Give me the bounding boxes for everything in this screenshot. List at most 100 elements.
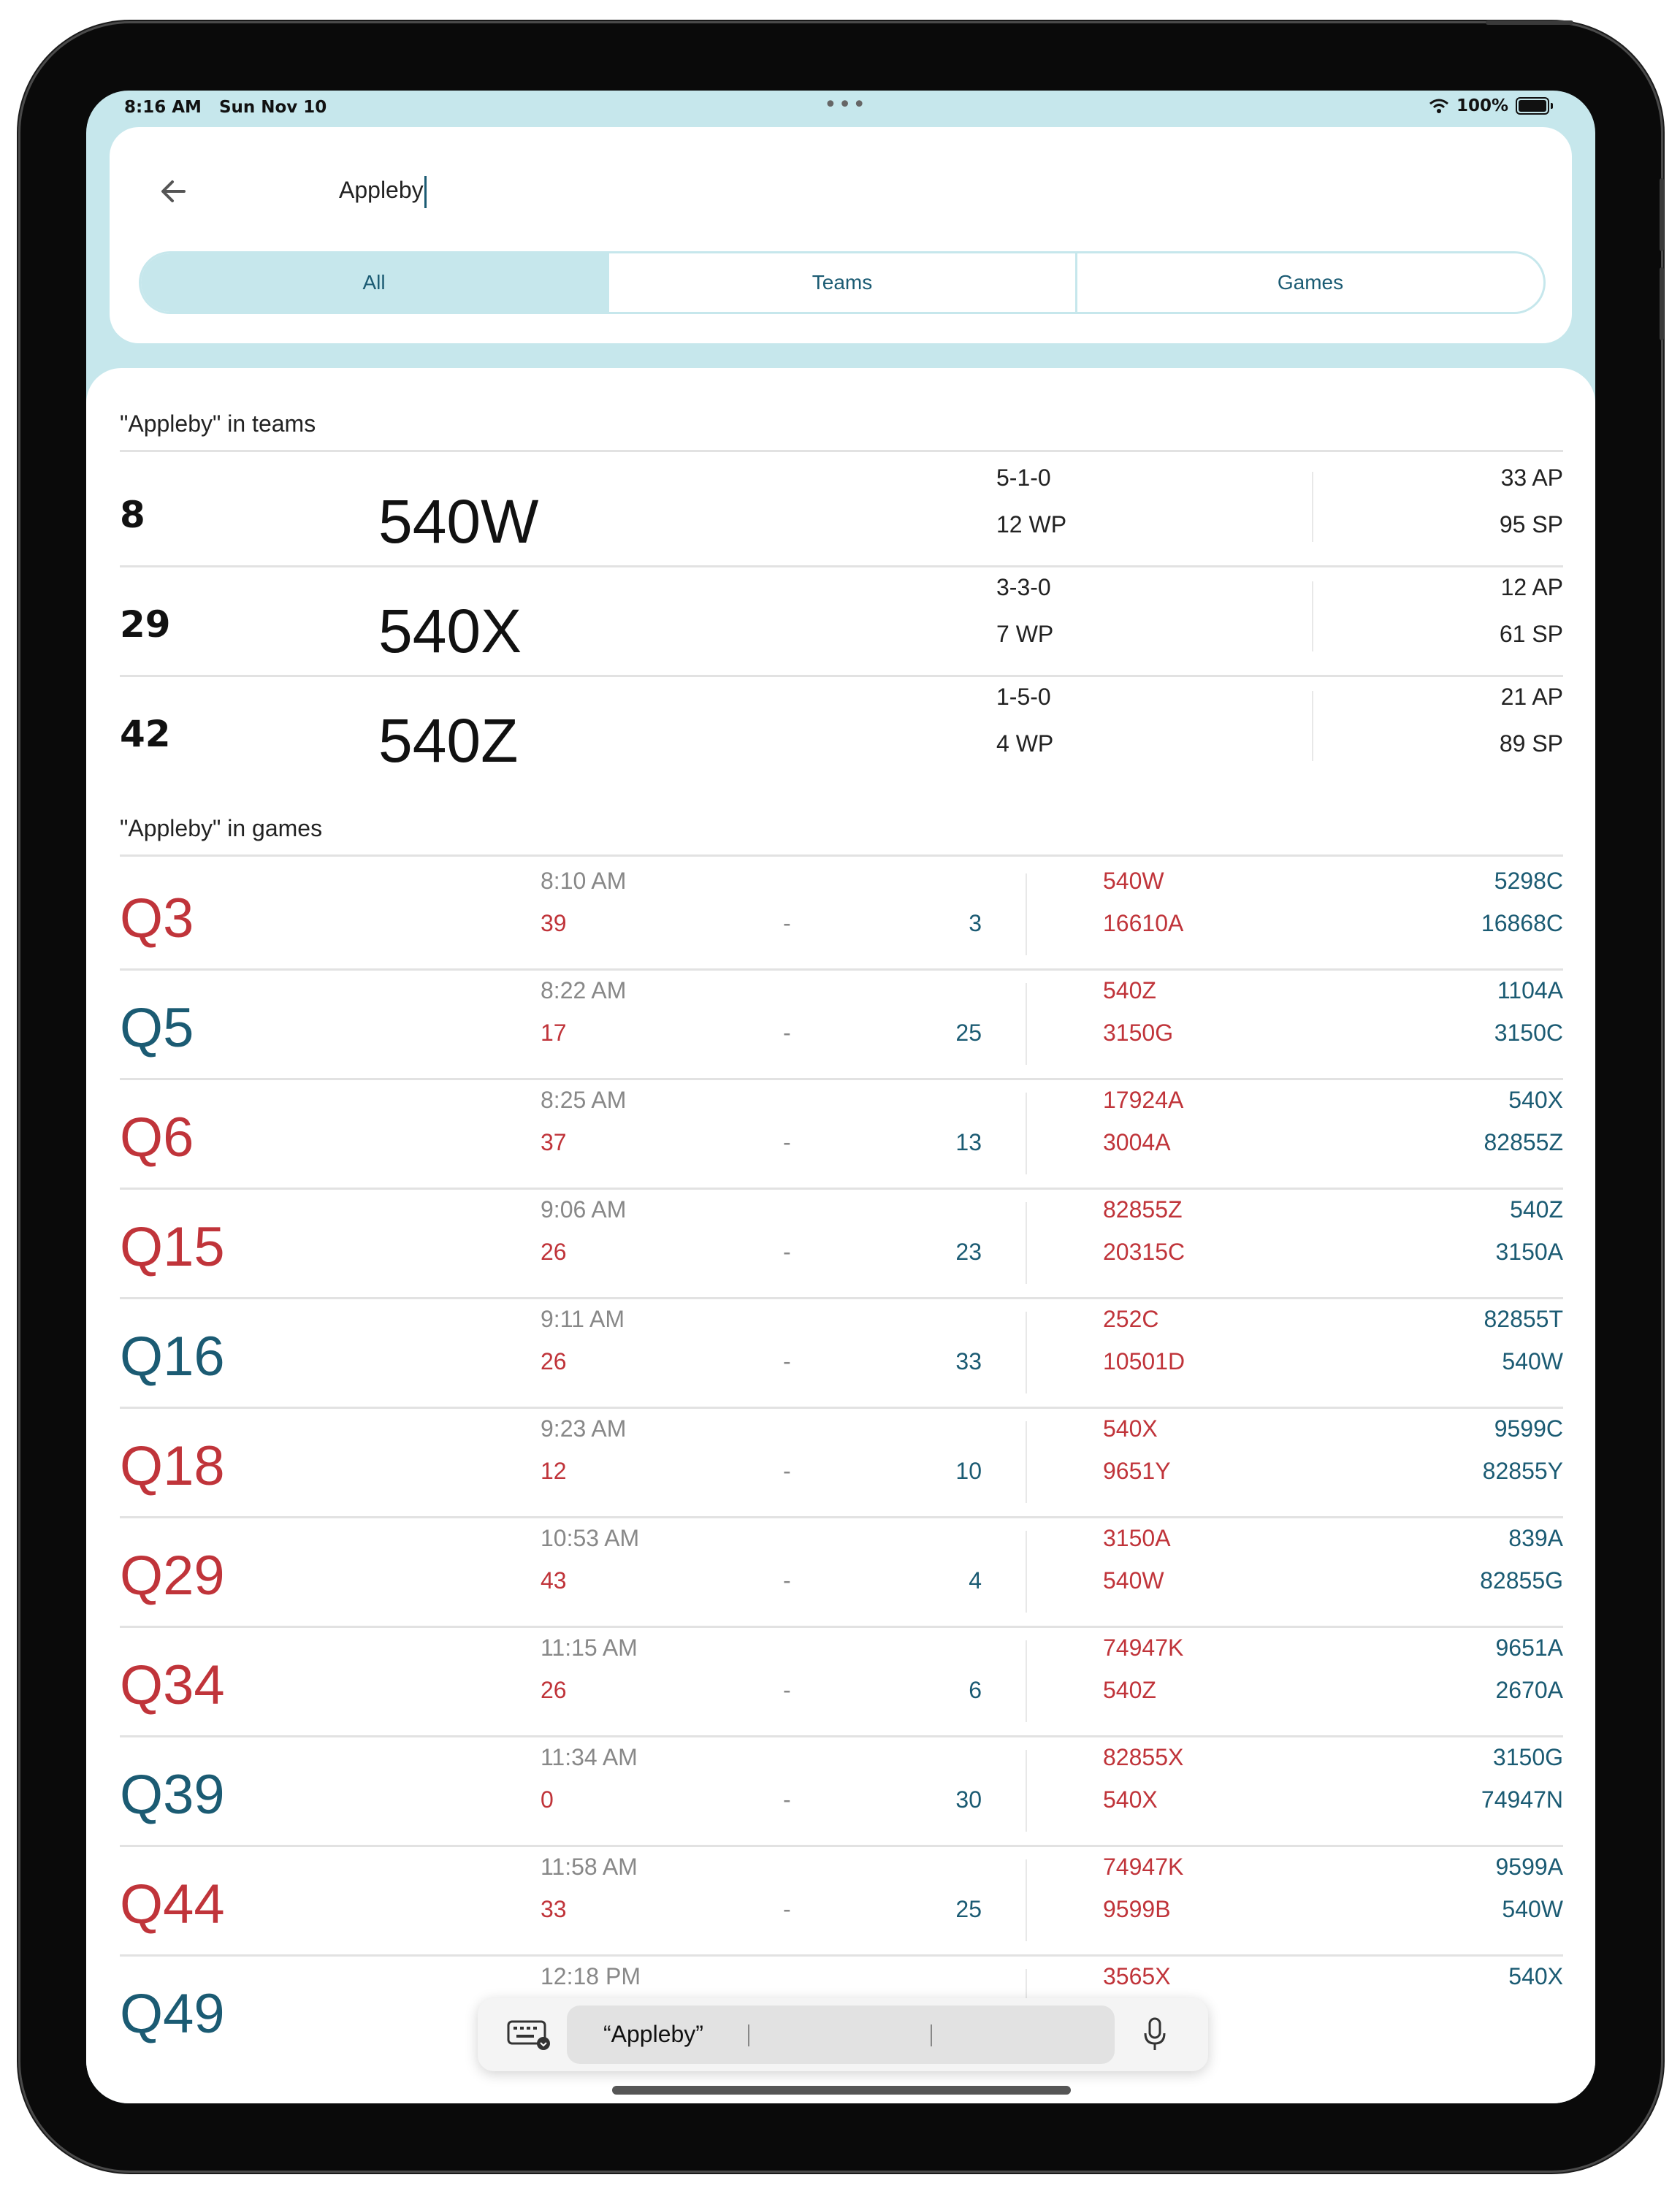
blue-team-1: 82855T (1484, 1306, 1563, 1332)
status-right: 100% (1429, 96, 1553, 115)
blue-team-2: 3150C (1494, 1020, 1563, 1046)
status-time-date: 8:16 AM Sun Nov 10 (124, 98, 327, 117)
column-divider (1026, 1093, 1027, 1174)
game-row[interactable]: Q6 8:25 AM 37 - 13 17924A 3004A 540X 82855Z (120, 1081, 1563, 1190)
volume-up-button (1660, 178, 1664, 251)
team-sp: 95 SP (1499, 511, 1563, 538)
game-name: Q15 (120, 1216, 225, 1278)
tab-games[interactable]: Games (1075, 253, 1543, 312)
divider (120, 1078, 1563, 1080)
blue-team-1: 9651A (1495, 1634, 1563, 1661)
score-dash: - (783, 1786, 791, 1813)
column-divider (1312, 472, 1313, 542)
red-team-1: 540W (1103, 868, 1164, 894)
team-row[interactable]: 29 540X 3-3-0 7 WP 12 AP 61 SP (120, 567, 1563, 676)
game-name: Q3 (120, 887, 194, 949)
blue-team-1: 540Z (1510, 1196, 1563, 1223)
blue-team-1: 839A (1508, 1525, 1563, 1551)
team-sp: 89 SP (1499, 730, 1563, 757)
keyboard-shortcut-bar: “Appleby” (478, 1998, 1208, 2071)
game-time: 9:11 AM (541, 1306, 625, 1332)
score-dash: - (783, 1458, 791, 1484)
status-time: 8:16 AM (124, 98, 202, 117)
battery-icon (1516, 97, 1549, 115)
team-row[interactable]: 8 540W 5-1-0 12 WP 33 AP 95 SP (120, 457, 1563, 567)
search-card: Appleby All Teams Games (110, 127, 1572, 343)
red-team-1: 540Z (1103, 977, 1156, 1003)
red-team-2: 3150G (1103, 1020, 1174, 1046)
red-team-1: 82855Z (1103, 1196, 1183, 1223)
column-divider (1026, 873, 1027, 955)
games-section-title: "Appleby" in games (120, 815, 323, 841)
game-row[interactable]: Q29 10:53 AM 43 - 4 3150A 540W 839A 82855G (120, 1519, 1563, 1629)
blue-team-1: 9599C (1494, 1415, 1563, 1442)
predictive-suggestions[interactable]: “Appleby” (567, 2005, 1115, 2064)
blue-team-2: 540W (1502, 1348, 1563, 1374)
search-input[interactable]: Appleby (339, 168, 1362, 212)
team-wp: 7 WP (996, 621, 1054, 647)
wifi-icon (1429, 99, 1448, 113)
blue-score: 23 (955, 1239, 982, 1265)
blue-team-1: 1104A (1497, 977, 1563, 1003)
home-indicator[interactable] (612, 2086, 1071, 2095)
filter-segmented-control: All Teams Games (139, 251, 1546, 314)
blue-team-1: 3150G (1492, 1744, 1563, 1770)
game-name: Q6 (120, 1106, 194, 1169)
game-time: 12:18 PM (541, 1963, 641, 1989)
game-row[interactable]: Q16 9:11 AM 26 - 33 252C 10501D 82855T 540W (120, 1300, 1563, 1410)
column-divider (1026, 1421, 1027, 1503)
tab-all[interactable]: All (141, 253, 607, 312)
battery-percent: 100% (1456, 96, 1508, 115)
red-team-1: 74947K (1103, 1634, 1184, 1661)
team-ap: 33 AP (1500, 464, 1563, 491)
divider (120, 1954, 1563, 1957)
blue-team-1: 540X (1508, 1963, 1563, 1989)
score-dash: - (783, 1677, 791, 1703)
team-rank: 29 (120, 603, 171, 646)
team-number: 540Z (378, 706, 519, 775)
game-time: 8:25 AM (541, 1087, 627, 1113)
game-row[interactable]: Q44 11:58 AM 33 - 25 74947K 9599B 9599A 540W (120, 1848, 1563, 1957)
multitasking-dots-icon[interactable]: ••• (824, 92, 867, 118)
tab-teams[interactable]: Teams (607, 253, 1075, 312)
game-row[interactable]: Q34 11:15 AM 26 - 6 74947K 540Z 9651A 2670A (120, 1629, 1563, 1738)
suggestion-appleby[interactable]: “Appleby” (603, 2021, 703, 2048)
team-record: 5-1-0 (996, 464, 1051, 491)
score-dash: - (783, 1348, 791, 1374)
column-divider (1026, 1750, 1027, 1832)
blue-team-2: 3150A (1495, 1239, 1563, 1265)
search-query-text: Appleby (339, 177, 424, 203)
blue-score: 4 (969, 1567, 982, 1594)
column-divider (1312, 691, 1313, 761)
red-score: 39 (541, 910, 567, 936)
game-name: Q34 (120, 1654, 225, 1716)
microphone-icon[interactable] (1142, 2016, 1167, 2054)
blue-team-2: 2670A (1495, 1677, 1563, 1703)
game-time: 9:23 AM (541, 1415, 627, 1442)
column-divider (1026, 1202, 1027, 1284)
keyboard-icon[interactable] (507, 2019, 551, 2051)
game-time: 11:58 AM (541, 1854, 638, 1880)
red-team-1: 252C (1103, 1306, 1159, 1332)
red-team-2: 540X (1103, 1786, 1158, 1813)
game-time: 11:15 AM (541, 1634, 638, 1661)
red-team-1: 82855X (1103, 1744, 1184, 1770)
status-date: Sun Nov 10 (218, 98, 327, 117)
red-team-2: 9599B (1103, 1896, 1171, 1922)
game-row[interactable]: Q5 8:22 AM 17 - 25 540Z 3150G 1104A 3150C (120, 971, 1563, 1081)
blue-score: 25 (955, 1020, 982, 1046)
red-score: 26 (541, 1677, 567, 1703)
game-row[interactable]: Q39 11:34 AM 0 - 30 82855X 540X 3150G 74947N (120, 1738, 1563, 1848)
team-row[interactable]: 42 540Z 1-5-0 4 WP 21 AP 89 SP (120, 676, 1563, 786)
blue-team-2: 82855Y (1482, 1458, 1563, 1484)
blue-team-2: 82855Z (1484, 1129, 1563, 1155)
column-divider (1026, 1640, 1027, 1722)
game-row[interactable]: Q18 9:23 AM 12 - 10 540X 9651Y 9599C 82855Y (120, 1410, 1563, 1519)
game-row[interactable]: Q3 8:10 AM 39 - 3 540W 16610A 5298C 16868C (120, 862, 1563, 971)
game-name: Q29 (120, 1545, 225, 1607)
column-divider (1026, 1531, 1027, 1613)
red-score: 26 (541, 1348, 567, 1374)
back-arrow-icon[interactable] (152, 169, 196, 213)
red-score: 43 (541, 1567, 567, 1594)
game-row[interactable]: Q15 9:06 AM 26 - 23 82855Z 20315C 540Z 3150A (120, 1190, 1563, 1300)
